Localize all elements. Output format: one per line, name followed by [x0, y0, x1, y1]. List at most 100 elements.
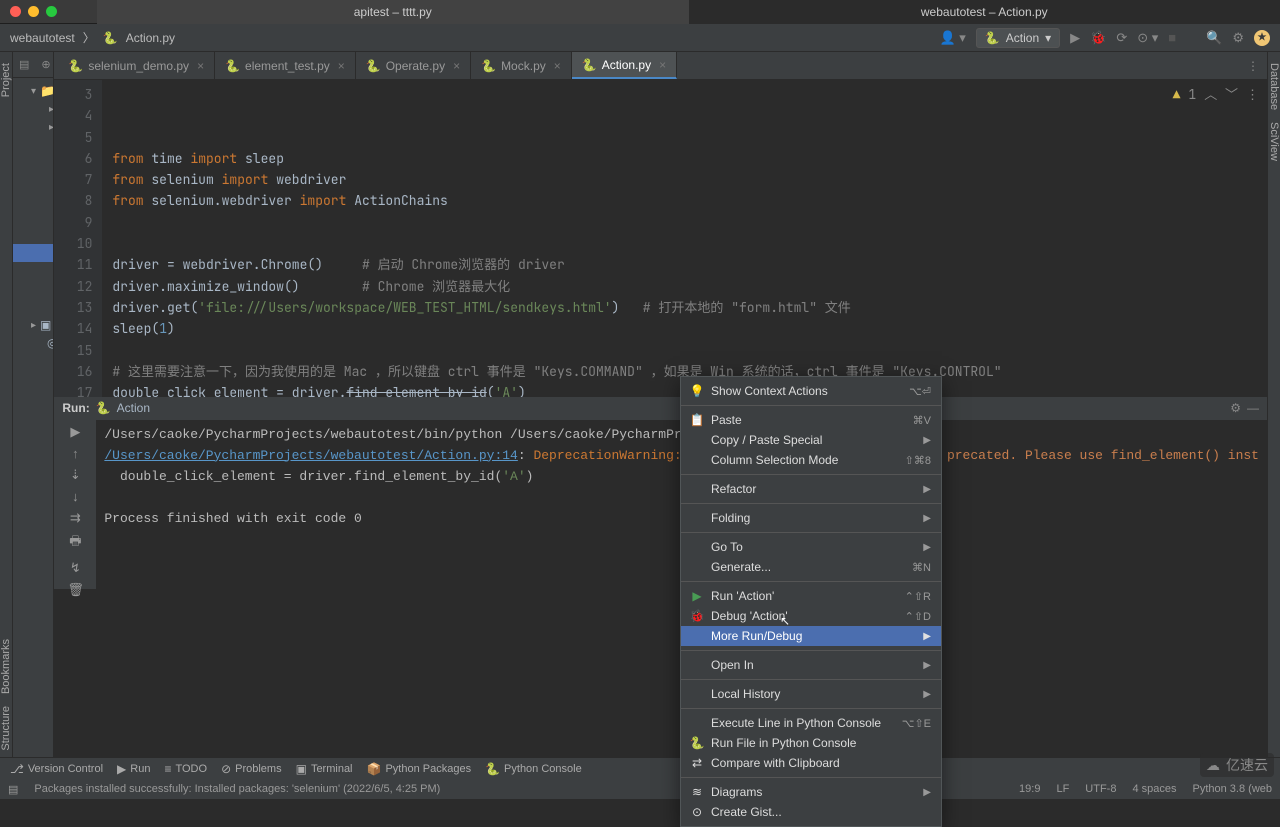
- rerun-icon[interactable]: ▶: [67, 424, 83, 440]
- tab-menu-icon[interactable]: ⋮: [1239, 59, 1267, 73]
- select-opened-icon[interactable]: ⊕: [41, 58, 50, 71]
- menu-item[interactable]: ≋Diagrams▶: [681, 782, 941, 802]
- avatar[interactable]: ★: [1254, 30, 1270, 46]
- settings-icon[interactable]: ⚙: [1232, 30, 1244, 46]
- tree-item[interactable]: ▸📁bin: [13, 100, 53, 118]
- project-tool-tab[interactable]: Project: [0, 57, 12, 103]
- tree-item[interactable]: 🐍test.py: [13, 298, 54, 316]
- editor-tab[interactable]: 🐍selenium_demo.py×: [58, 52, 215, 79]
- up-icon[interactable]: ↓: [67, 489, 83, 504]
- tree-item[interactable]: ◉.gitignore: [13, 136, 54, 154]
- stop-run-icon[interactable]: ↑: [67, 446, 83, 461]
- debug-button[interactable]: 🐞: [1090, 30, 1106, 46]
- tree-item[interactable]: ≡geckodriver.log: [13, 208, 54, 226]
- menu-item[interactable]: ▶Run 'Action'⌃⇧R: [681, 586, 941, 606]
- tree-item[interactable]: ▸📁lib: [13, 118, 53, 136]
- editor-tab[interactable]: 🐍Operate.py×: [356, 52, 471, 79]
- coverage-button[interactable]: ⟳: [1116, 30, 1127, 46]
- structure-tool-tab[interactable]: Structure: [0, 700, 12, 757]
- print-icon[interactable]: 🖶: [67, 532, 83, 554]
- menu-item[interactable]: ⊙Create Gist...: [681, 802, 941, 822]
- tree-item[interactable]: ▸▣External Libraries: [13, 316, 53, 334]
- tool-window-tab[interactable]: 📦Python Packages: [367, 762, 472, 776]
- editor-tab[interactable]: 🐍Mock.py×: [471, 52, 572, 79]
- close-icon[interactable]: ×: [453, 59, 460, 73]
- inspection-count[interactable]: 1: [1188, 84, 1196, 105]
- code-line[interactable]: [112, 340, 1267, 361]
- menu-item[interactable]: Execute Line in Python Console⌥⇧E: [681, 713, 941, 733]
- run-tab-label[interactable]: Action: [117, 401, 150, 415]
- menu-item[interactable]: 💡Show Context Actions⌥⏎: [681, 381, 941, 401]
- code-line[interactable]: sleep(1): [112, 318, 1267, 339]
- tool-window-tab[interactable]: ≡TODO: [164, 762, 207, 776]
- tree-item[interactable]: 🐍Operate.py: [13, 244, 54, 262]
- tree-item[interactable]: 🐍Mock.py: [13, 226, 54, 244]
- tree-item[interactable]: ▾📁webautotest ~/PycharmPr: [13, 82, 53, 100]
- menu-item[interactable]: ⇄Compare with Clipboard: [681, 753, 941, 773]
- tree-item[interactable]: 🐍selenium_demo.py: [13, 280, 54, 298]
- inspection-warning-icon[interactable]: ▲: [1173, 84, 1181, 105]
- tree-item[interactable]: 🐍Action.py: [13, 154, 54, 172]
- tree-item[interactable]: 🐍elements_test.py: [13, 190, 54, 208]
- sciview-tool-tab[interactable]: SciView: [1268, 116, 1280, 167]
- window-tab[interactable]: apitest – tttt.py: [97, 0, 689, 24]
- code-line[interactable]: driver.get('file:///Users/workspace/WEB_…: [112, 297, 1267, 318]
- tool-window-tab[interactable]: ▣Terminal: [296, 762, 353, 776]
- editor-tab[interactable]: 🐍Action.py×: [572, 52, 677, 79]
- trash-icon[interactable]: 🗑: [67, 582, 83, 598]
- code-line[interactable]: driver = webdriver.Chrome() # 启动 Chrome浏…: [112, 254, 1267, 275]
- mac-close-icon[interactable]: [10, 6, 21, 17]
- menu-item[interactable]: Generate...⌘N: [681, 557, 941, 577]
- menu-item[interactable]: Local History▶: [681, 684, 941, 704]
- code-line[interactable]: [112, 212, 1267, 233]
- tree-item[interactable]: ◎Scratches and Consoles: [13, 334, 53, 352]
- status-line-sep[interactable]: LF: [1056, 783, 1069, 795]
- run-hide-icon[interactable]: —: [1247, 401, 1259, 415]
- code-line[interactable]: from selenium.webdriver import ActionCha…: [112, 190, 1267, 211]
- menu-item[interactable]: Go To▶: [681, 537, 941, 557]
- mac-minimize-icon[interactable]: [28, 6, 39, 17]
- menu-item[interactable]: Folding▶: [681, 508, 941, 528]
- run-config-select[interactable]: 🐍 Action ▾: [976, 28, 1060, 48]
- tree-item[interactable]: ⚙pyvenv.cfg: [13, 262, 54, 280]
- close-icon[interactable]: ×: [197, 59, 204, 73]
- menu-item[interactable]: 🐞Debug 'Action'⌃⇧D: [681, 606, 941, 626]
- menu-item[interactable]: Copy / Paste Special▶: [681, 430, 941, 450]
- menu-item[interactable]: Refactor▶: [681, 479, 941, 499]
- status-indent[interactable]: 4 spaces: [1132, 783, 1176, 795]
- code-line[interactable]: [112, 233, 1267, 254]
- profile-button[interactable]: ⊙ ▾: [1137, 30, 1158, 46]
- search-icon[interactable]: 🔍: [1206, 30, 1222, 46]
- menu-item[interactable]: 🐍Run File in Python Console: [681, 733, 941, 753]
- code-line[interactable]: from time import sleep: [112, 148, 1267, 169]
- tool-window-tab[interactable]: 🐍Python Console: [485, 762, 582, 776]
- menu-item[interactable]: More Run/Debug▶: [681, 626, 941, 646]
- breadcrumb-file[interactable]: Action.py: [126, 31, 175, 45]
- user-icon[interactable]: 👤 ▾: [940, 30, 966, 46]
- breadcrumb-project[interactable]: webautotest: [10, 31, 75, 45]
- stop-button[interactable]: ■: [1168, 30, 1176, 45]
- status-caret-pos[interactable]: 19:9: [1019, 783, 1040, 795]
- tool-window-tab[interactable]: ▶Run: [117, 762, 150, 776]
- close-icon[interactable]: ×: [338, 59, 345, 73]
- editor-tab[interactable]: 🐍element_test.py×: [215, 52, 356, 79]
- soft-wrap-icon[interactable]: ⇉: [67, 510, 83, 526]
- close-icon[interactable]: ×: [659, 58, 666, 72]
- inspection-nav[interactable]: ︿ ﹀: [1204, 84, 1238, 105]
- code-line[interactable]: from selenium import webdriver: [112, 169, 1267, 190]
- menu-item[interactable]: Open In▶: [681, 655, 941, 675]
- down-icon[interactable]: ⇣: [67, 467, 83, 483]
- tree-item[interactable]: 🐍element_test.py: [13, 172, 54, 190]
- bookmarks-tool-tab[interactable]: Bookmarks: [0, 633, 12, 700]
- database-tool-tab[interactable]: Database: [1268, 57, 1280, 116]
- code-line[interactable]: driver.maximize_window() # Chrome 浏览器最大化: [112, 276, 1267, 297]
- tool-window-tab[interactable]: ⎇Version Control: [10, 762, 103, 776]
- run-settings-icon[interactable]: ⚙: [1230, 401, 1241, 415]
- clear-icon[interactable]: ↯: [67, 560, 83, 576]
- tool-window-tab[interactable]: ⊘Problems: [221, 762, 282, 776]
- status-interpreter[interactable]: Python 3.8 (web: [1193, 783, 1273, 795]
- inspection-menu[interactable]: ⋮: [1246, 84, 1259, 105]
- window-tab[interactable]: webautotest – Action.py: [689, 0, 1280, 24]
- menu-item[interactable]: Column Selection Mode⇧⌘8: [681, 450, 941, 470]
- mac-zoom-icon[interactable]: [46, 6, 57, 17]
